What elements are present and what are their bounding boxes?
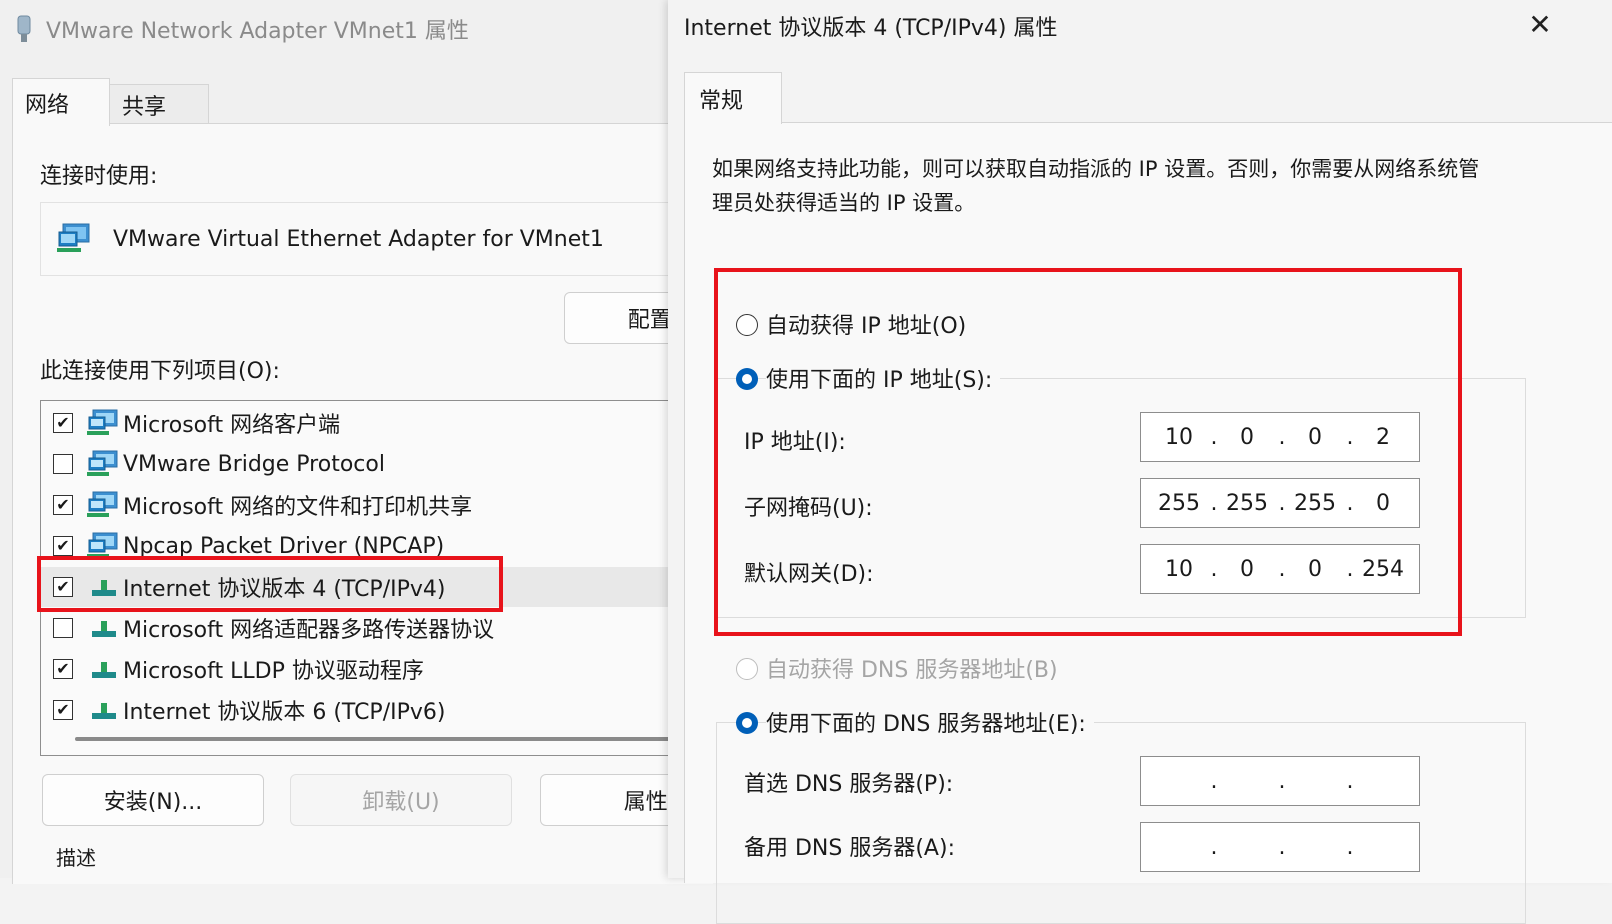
item-checkbox[interactable]: ✔ <box>53 700 73 720</box>
ipv4-item-highlight <box>37 556 503 612</box>
manual-dns-label: 使用下面的 DNS 服务器地址(E): <box>766 706 1094 738</box>
tab-general[interactable]: 常规 <box>684 72 782 124</box>
preferred-dns-label: 首选 DNS 服务器(P): <box>744 772 954 797</box>
list-item-label: VMware Bridge Protocol <box>123 451 385 477</box>
item-checkbox[interactable] <box>53 454 73 474</box>
alternate-dns-field[interactable]: ... <box>1140 822 1420 872</box>
adapter-dialog-titlebar: VMware Network Adapter VMnet1 属性 <box>14 12 469 46</box>
alternate-dns-label: 备用 DNS 服务器(A): <box>744 836 955 861</box>
auto-dns-radio[interactable] <box>736 658 758 680</box>
network-computer-icon <box>57 223 90 252</box>
octet-separator: . <box>1346 768 1354 794</box>
connect-using-label: 连接时使用: <box>40 164 158 189</box>
ip-settings-highlight <box>714 268 1462 636</box>
tab-network[interactable]: 网络 <box>12 78 110 126</box>
ip-octet <box>1289 823 1341 871</box>
horizontal-scrollbar[interactable] <box>75 737 675 741</box>
ip-octet <box>1221 823 1273 871</box>
list-item-label: Microsoft LLDP 协议驱动程序 <box>123 659 424 684</box>
item-checkbox[interactable]: ✔ <box>53 495 73 515</box>
install-button[interactable]: 安装(N)... <box>42 774 264 826</box>
auto-dns-label: 自动获得 DNS 服务器地址(B) <box>766 658 1058 683</box>
list-item-label: Microsoft 网络适配器多路传送器协议 <box>123 618 495 643</box>
list-item-label: Internet 协议版本 6 (TCP/IPv6) <box>123 700 446 725</box>
preferred-dns-field[interactable]: ... <box>1140 756 1420 806</box>
octet-separator: . <box>1210 834 1218 860</box>
ip-octet <box>1357 823 1409 871</box>
item-checkbox[interactable]: ✔ <box>53 413 73 433</box>
protocol-icon <box>92 703 116 719</box>
ip-octet <box>1153 823 1205 871</box>
list-item-label: Microsoft 网络客户端 <box>123 413 341 438</box>
ipv4-properties-dialog: Internet 协议版本 4 (TCP/IPv4) 属性 ✕ 常规 如果网络支… <box>668 0 1612 924</box>
list-item-label: Npcap Packet Driver (NPCAP) <box>123 533 445 559</box>
tab-sharing[interactable]: 共享 <box>109 84 209 124</box>
ip-octet <box>1221 757 1273 805</box>
list-item[interactable]: ✔ Microsoft 网络客户端 <box>41 403 681 443</box>
list-item[interactable]: VMware Bridge Protocol <box>41 444 681 484</box>
list-item[interactable]: ✔ Internet 协议版本 6 (TCP/IPv6) <box>41 690 681 730</box>
adapter-dialog-title: VMware Network Adapter VMnet1 属性 <box>46 19 469 44</box>
octet-separator: . <box>1210 768 1218 794</box>
adapter-name: VMware Virtual Ethernet Adapter for VMne… <box>113 226 604 252</box>
protocol-icon <box>92 621 116 637</box>
network-client-icon <box>87 450 118 476</box>
octet-separator: . <box>1278 768 1286 794</box>
network-client-icon <box>87 409 118 435</box>
list-item[interactable]: Microsoft 网络适配器多路传送器协议 <box>41 608 681 648</box>
manual-dns-radio[interactable] <box>736 712 758 734</box>
ipv4-description: 如果网络支持此功能，则可以获取自动指派的 IP 设置。否则，你需要从网络系统管理… <box>712 157 1480 215</box>
list-item[interactable]: ✔ Microsoft 网络的文件和打印机共享 <box>41 485 681 525</box>
ip-octet <box>1289 757 1341 805</box>
network-adapter-icon <box>17 15 31 42</box>
octet-separator: . <box>1346 834 1354 860</box>
list-item-label: Microsoft 网络的文件和打印机共享 <box>123 495 473 520</box>
ipv4-dialog-title: Internet 协议版本 4 (TCP/IPv4) 属性 <box>684 16 1058 41</box>
list-item[interactable]: ✔ Microsoft LLDP 协议驱动程序 <box>41 649 681 689</box>
description-label: 描述 <box>56 846 96 870</box>
uninstall-button[interactable]: 卸载(U) <box>290 774 512 826</box>
adapter-tabstrip: 网络 共享 <box>12 78 712 126</box>
close-icon[interactable]: ✕ <box>1524 8 1556 41</box>
items-label: 此连接使用下列项目(O): <box>40 359 280 384</box>
network-client-icon <box>87 491 118 517</box>
item-checkbox[interactable]: ✔ <box>53 659 73 679</box>
item-checkbox[interactable] <box>53 618 73 638</box>
octet-separator: . <box>1278 834 1286 860</box>
protocol-icon <box>92 662 116 678</box>
ip-octet <box>1153 757 1205 805</box>
ip-octet <box>1357 757 1409 805</box>
item-checkbox[interactable]: ✔ <box>53 536 73 556</box>
adapter-properties-dialog: VMware Network Adapter VMnet1 属性 网络 共享 连… <box>0 0 713 884</box>
adapter-name-box: VMware Virtual Ethernet Adapter for VMne… <box>40 202 682 276</box>
